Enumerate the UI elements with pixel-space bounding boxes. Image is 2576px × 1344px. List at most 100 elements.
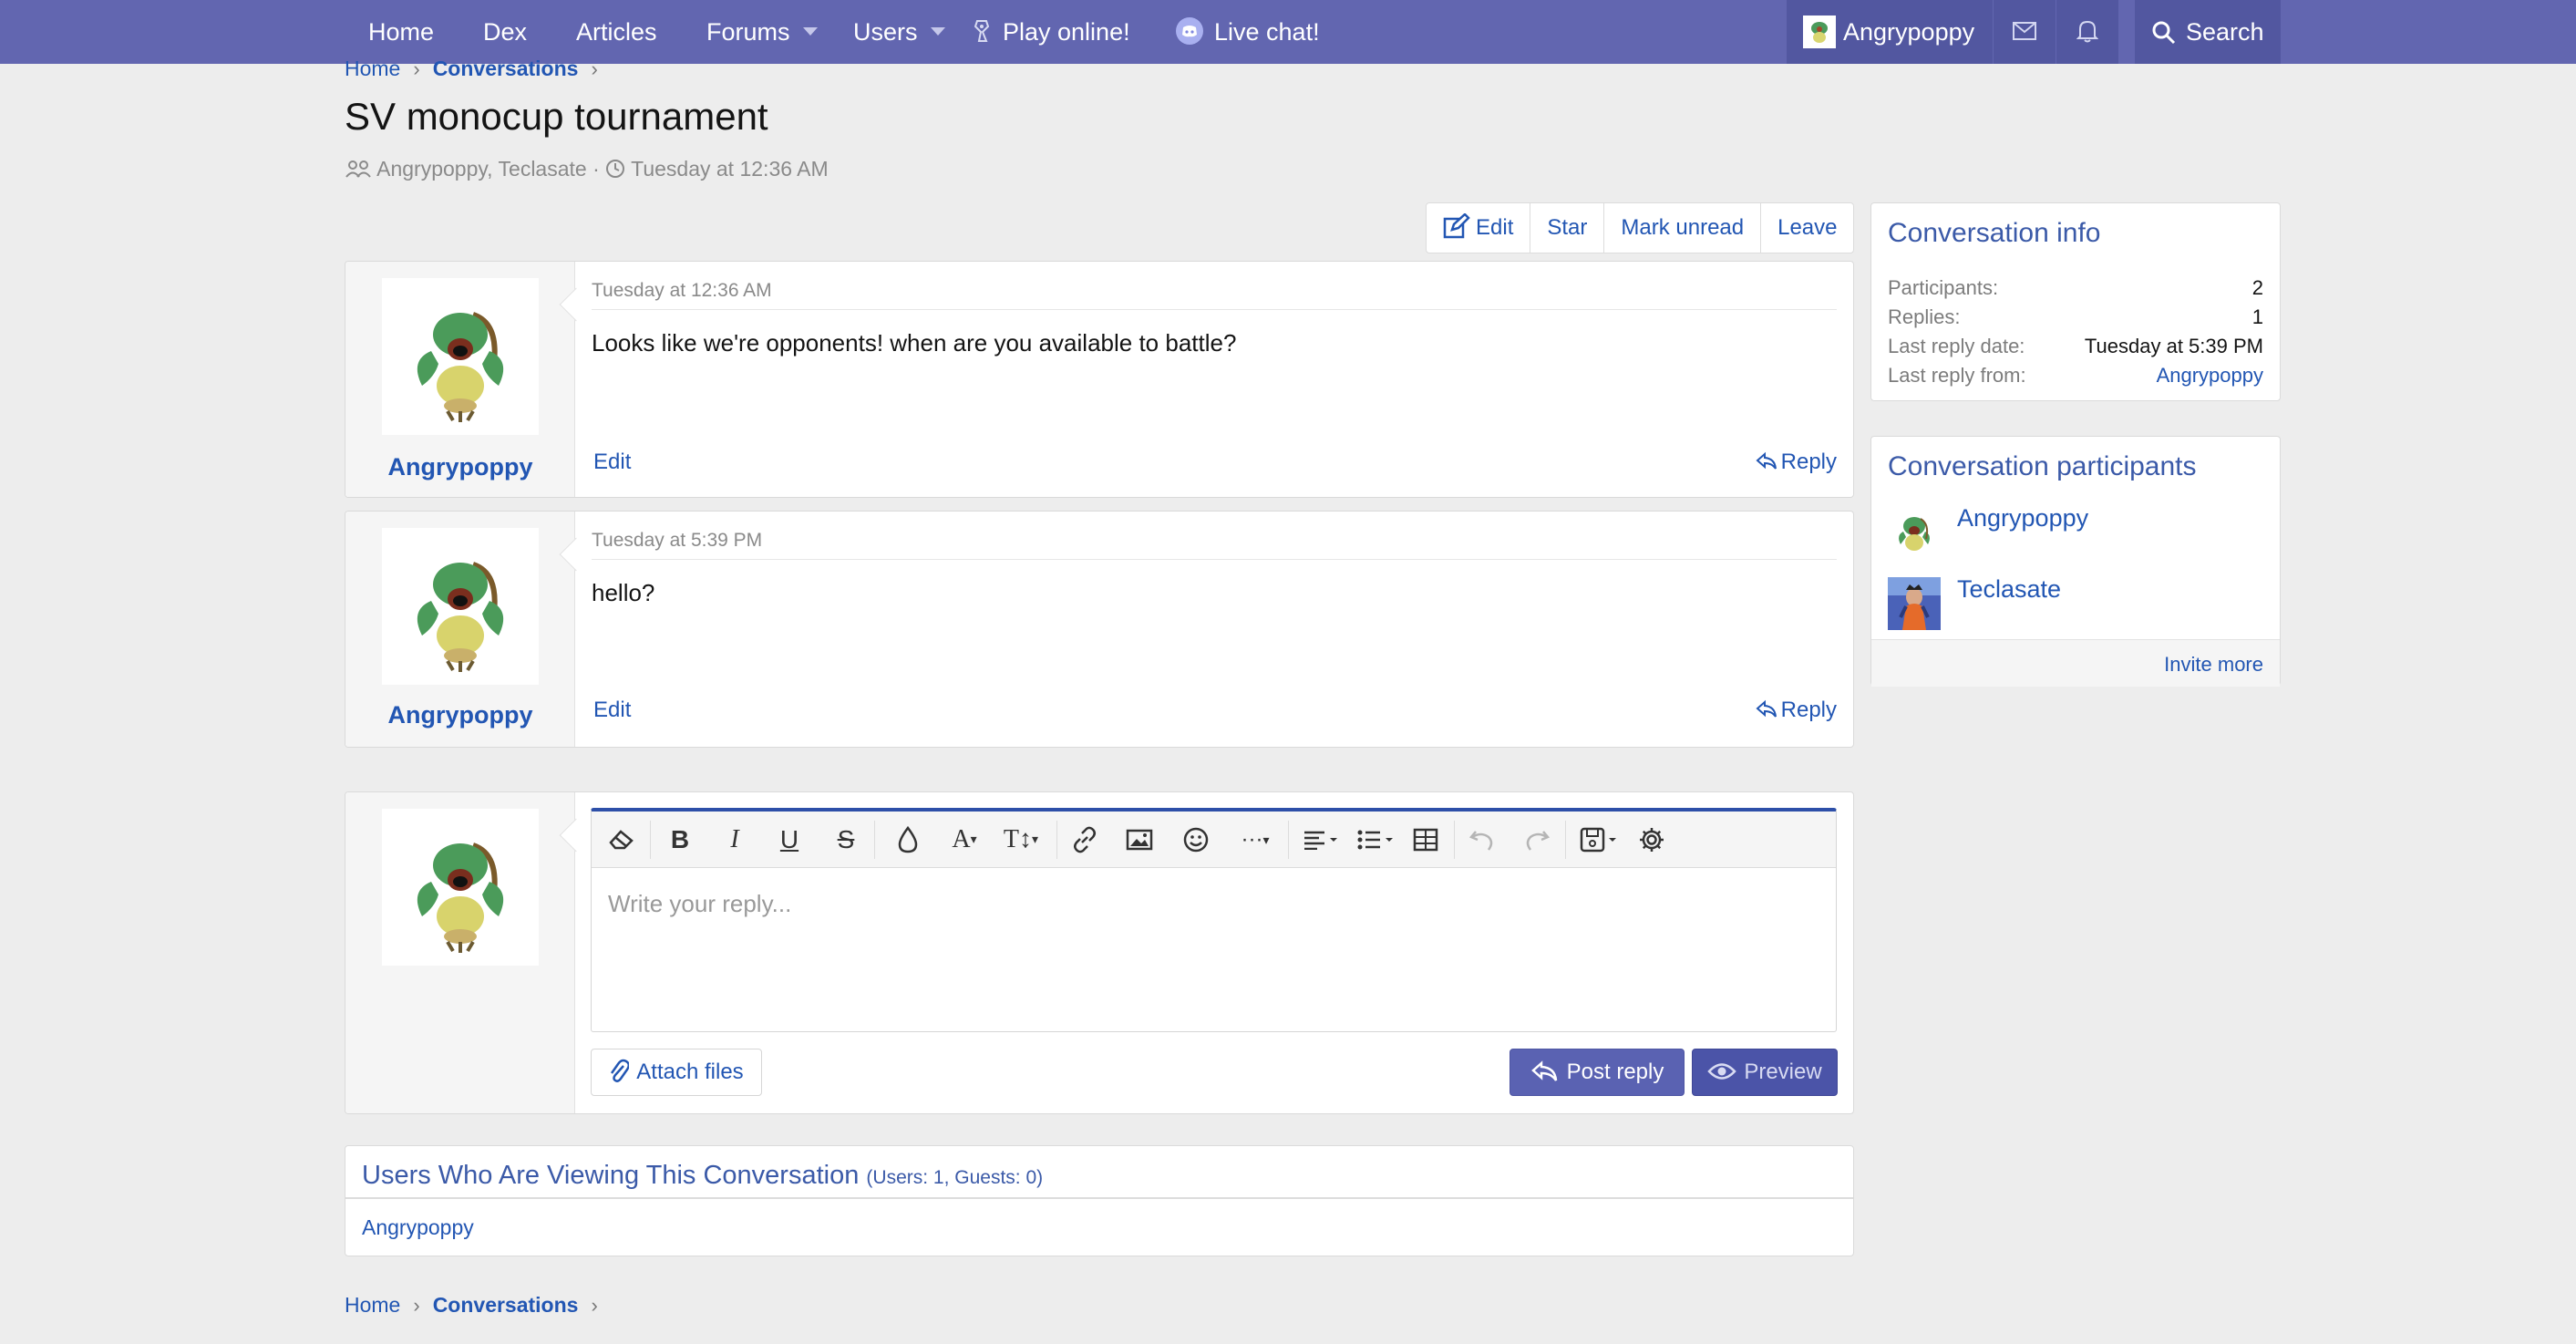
message-user-column: Angrypoppy xyxy=(345,262,575,497)
nav-articles[interactable]: Articles xyxy=(576,0,657,64)
search-label: Search xyxy=(2186,18,2264,46)
message-reply-link[interactable]: Reply xyxy=(1756,698,1837,723)
preview-label: Preview xyxy=(1744,1060,1822,1084)
nav-live-chat[interactable]: Live chat! xyxy=(1176,0,1320,64)
message-edit-link[interactable]: Edit xyxy=(593,698,631,723)
reply-icon xyxy=(1756,451,1777,470)
account-username: Angrypoppy xyxy=(1843,18,1975,46)
font-size-icon[interactable]: T↕ ▾ xyxy=(996,822,1046,857)
drafts-save-icon[interactable] xyxy=(1576,822,1623,857)
eye-icon xyxy=(1707,1062,1737,1080)
clock-icon xyxy=(606,159,625,178)
chevron-down-icon[interactable] xyxy=(802,27,818,36)
info-row-participants: Participants: 2 xyxy=(1888,276,2263,304)
list-icon[interactable] xyxy=(1352,822,1399,857)
avatar[interactable] xyxy=(382,278,539,435)
smiley-icon[interactable] xyxy=(1179,822,1213,857)
nav-dex[interactable]: Dex xyxy=(483,0,527,64)
underline-icon[interactable]: U xyxy=(772,822,807,857)
message-user-column: Angrypoppy xyxy=(345,512,575,747)
avatar[interactable] xyxy=(1888,506,1941,559)
reply-textarea[interactable]: Write your reply... xyxy=(608,890,791,918)
message-reply-link[interactable]: Reply xyxy=(1756,450,1837,475)
preview-button[interactable]: Preview xyxy=(1692,1049,1838,1096)
meta-separator: · xyxy=(592,157,606,181)
inbox-button[interactable] xyxy=(1994,0,2056,64)
page-title: SV monocup tournament xyxy=(345,95,768,138)
nav-forums-label: Forums xyxy=(706,18,790,46)
mark-unread-button[interactable]: Mark unread xyxy=(1603,203,1760,253)
message-time[interactable]: Tuesday at 12:36 AM xyxy=(592,280,772,302)
post-reply-label: Post reply xyxy=(1566,1060,1664,1084)
reply-user-column xyxy=(345,792,575,1113)
info-key: Participants: xyxy=(1888,276,1999,299)
redo-icon[interactable] xyxy=(1520,822,1554,857)
search-button[interactable]: Search xyxy=(2135,0,2281,64)
pokemon-avatar-icon xyxy=(417,843,504,953)
attach-files-button[interactable]: Attach files xyxy=(591,1049,762,1096)
search-icon xyxy=(2152,21,2176,45)
toolbar-separator xyxy=(874,821,875,859)
users-viewing-counts: (Users: 1, Guests: 0) xyxy=(866,1167,1044,1188)
post-reply-button[interactable]: Post reply xyxy=(1510,1049,1685,1096)
avatar[interactable] xyxy=(382,809,539,966)
participant-link[interactable]: Angrypoppy xyxy=(1957,504,2088,532)
chevron-right-icon: › xyxy=(413,57,420,80)
info-row-last-reply-from: Last reply from: Angrypoppy xyxy=(1888,364,2263,391)
info-value[interactable]: Tuesday at 5:39 PM xyxy=(2085,335,2263,358)
edit-conversation-button[interactable]: Edit xyxy=(1427,203,1530,253)
leave-button[interactable]: Leave xyxy=(1760,203,1853,253)
avatar[interactable] xyxy=(1888,577,1941,630)
breadcrumb-conversations[interactable]: Conversations xyxy=(433,1293,579,1317)
color-drop-icon[interactable] xyxy=(891,822,925,857)
top-navbar: Home Dex Articles Forums Users Play onli… xyxy=(0,0,2576,64)
more-options-icon[interactable]: ··· ▾ xyxy=(1231,822,1279,857)
alerts-button[interactable] xyxy=(2056,0,2118,64)
nav-forums[interactable]: Forums xyxy=(706,0,818,64)
message-1: Angrypoppy Tuesday at 12:36 AM Looks lik… xyxy=(345,261,1854,498)
toolbar-separator xyxy=(1288,821,1289,859)
nav-users[interactable]: Users xyxy=(853,0,945,64)
chevron-down-icon[interactable] xyxy=(930,27,945,36)
conversation-info-block: Conversation info Participants: 2 Replie… xyxy=(1870,202,2281,401)
message-divider xyxy=(592,309,1837,310)
info-value-user-link[interactable]: Angrypoppy xyxy=(2157,364,2263,388)
link-icon[interactable] xyxy=(1067,822,1102,857)
participants-title: Conversation participants xyxy=(1888,451,2197,481)
reply-icon xyxy=(1756,699,1777,718)
paperclip-icon xyxy=(611,1059,631,1082)
image-icon[interactable] xyxy=(1122,822,1157,857)
message-time[interactable]: Tuesday at 5:39 PM xyxy=(592,530,762,552)
toolbar-separator xyxy=(1454,821,1455,859)
breadcrumb-home[interactable]: Home xyxy=(345,1293,400,1317)
settings-gear-icon[interactable] xyxy=(1634,822,1669,857)
viewing-user-link[interactable]: Angrypoppy xyxy=(362,1215,474,1240)
participants-footer: Invite more xyxy=(1871,639,2280,687)
message-username[interactable]: Angrypoppy xyxy=(345,453,575,481)
font-family-icon[interactable]: A ▾ xyxy=(942,822,987,857)
nav-home[interactable]: Home xyxy=(368,0,434,64)
users-viewing-title: Users Who Are Viewing This Conversation … xyxy=(362,1161,1043,1191)
bold-icon[interactable]: B xyxy=(663,822,697,857)
strikethrough-icon[interactable]: S xyxy=(829,822,863,857)
eraser-icon[interactable] xyxy=(604,822,639,857)
undo-icon[interactable] xyxy=(1465,822,1499,857)
toolbar-separator xyxy=(650,821,651,859)
breadcrumb-conversations[interactable]: Conversations xyxy=(433,57,579,80)
italic-icon[interactable]: I xyxy=(717,822,752,857)
table-icon[interactable] xyxy=(1408,822,1443,857)
users-viewing-block: Users Who Are Viewing This Conversation … xyxy=(345,1145,1854,1256)
breadcrumb-home[interactable]: Home xyxy=(345,57,400,80)
info-key: Last reply from: xyxy=(1888,364,2026,387)
nav-live-chat-label: Live chat! xyxy=(1214,18,1320,46)
participant-link[interactable]: Teclasate xyxy=(1957,575,2061,604)
message-username[interactable]: Angrypoppy xyxy=(345,701,575,729)
nav-play-online[interactable]: Play online! xyxy=(974,0,1130,64)
align-icon[interactable] xyxy=(1297,822,1345,857)
account-menu[interactable]: Angrypoppy xyxy=(1787,0,1993,64)
info-row-last-reply-date: Last reply date: Tuesday at 5:39 PM xyxy=(1888,335,2263,362)
avatar[interactable] xyxy=(382,528,539,685)
star-button[interactable]: Star xyxy=(1530,203,1603,253)
message-edit-link[interactable]: Edit xyxy=(593,450,631,475)
invite-more-link[interactable]: Invite more xyxy=(2164,653,2263,677)
